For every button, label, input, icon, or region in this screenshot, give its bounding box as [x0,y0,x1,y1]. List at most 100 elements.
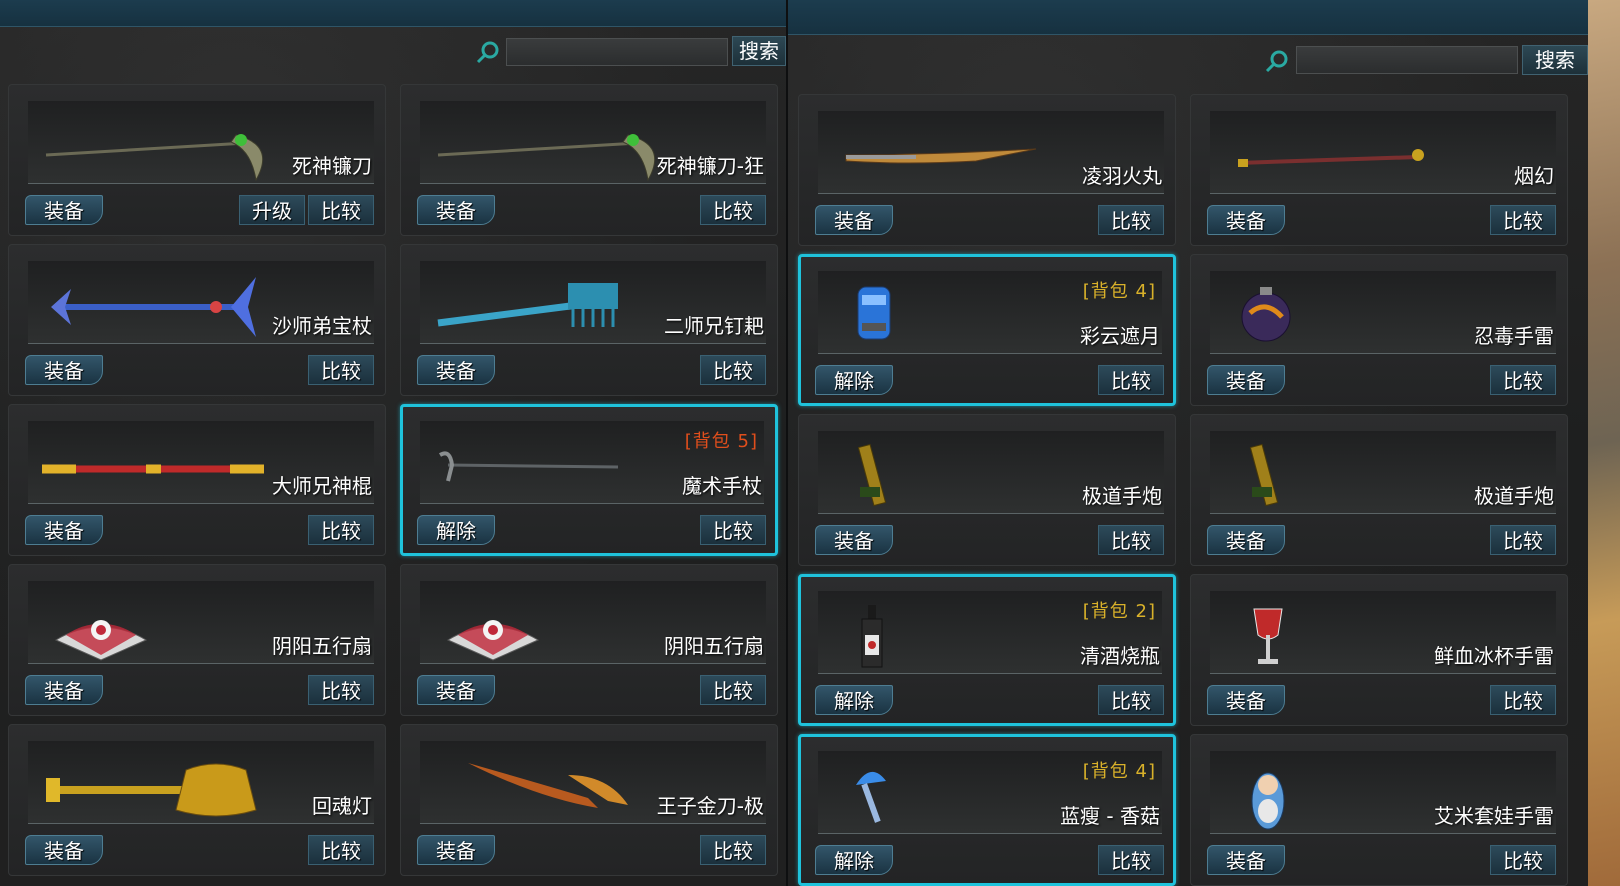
background-scene [1588,0,1620,886]
item-name: 极道手炮 [1474,484,1554,508]
compare-button[interactable]: 比较 [1490,205,1556,235]
compare-button[interactable]: 比较 [308,675,374,705]
compare-button[interactable]: 比较 [700,835,766,865]
fan-icon [54,620,148,661]
upgrade-button[interactable]: 升级 [239,195,305,225]
item-name: 极道手炮 [1082,484,1162,508]
item-card[interactable]: 死神镰刀 装备 升级 比较 [8,84,386,236]
compare-button[interactable]: 比较 [1098,205,1164,235]
equip-button[interactable]: 装备 [1207,525,1285,555]
compare-button[interactable]: 比较 [1490,845,1556,875]
item-name: 彩云遮月 [1080,324,1160,348]
compare-button[interactable]: 比较 [1490,365,1556,395]
item-slot: 忍毒手雷 [1210,271,1556,354]
mushroom-icon [856,771,886,823]
item-card[interactable]: 二师兄钉耙 装备 比较 [400,244,778,396]
equip-button[interactable]: 装备 [1207,845,1285,875]
item-card[interactable]: 极道手炮装备 比较 [1190,414,1568,566]
equip-button[interactable]: 装备 [25,355,103,385]
item-card[interactable]: 忍毒手雷装备 比较 [1190,254,1568,406]
search-input[interactable] [1296,46,1518,74]
item-card[interactable]: 沙师弟宝杖装备 比较 [8,244,386,396]
unequip-button[interactable]: 解除 [417,515,495,545]
search-input[interactable] [506,38,728,66]
item-name: 忍毒手雷 [1474,324,1554,348]
canister-icon [857,286,891,340]
item-card[interactable]: 回魂灯装备 比较 [8,724,386,876]
item-name: 沙师弟宝杖 [272,314,372,338]
equip-button[interactable]: 装备 [25,835,103,865]
bag-badge: [背包 4] [1082,761,1156,782]
unequip-button[interactable]: 解除 [815,845,893,875]
hand-cannon-icon [1249,443,1279,507]
item-card[interactable]: [背包 2] 清酒烧瓶解除 比较 [798,574,1176,726]
compare-button[interactable]: 比较 [1098,845,1164,875]
compare-button[interactable]: 比较 [308,355,374,385]
item-card[interactable]: 极道手炮装备 比较 [798,414,1176,566]
item-name: 清酒烧瓶 [1080,644,1160,668]
compare-button[interactable]: 比较 [700,675,766,705]
item-slot: 阴阳五行扇 [420,581,766,664]
item-card[interactable]: 烟幻装备 比较 [1190,94,1568,246]
equip-button[interactable]: 装备 [417,195,495,225]
compare-button[interactable]: 比较 [308,835,374,865]
hand-cannon-icon [857,443,887,507]
bag-badge: [背包 2] [1082,601,1156,622]
item-card[interactable]: 阴阳五行扇装备 比较 [8,564,386,716]
item-slot: [背包 4] 彩云遮月 [818,271,1162,354]
item-name: 回魂灯 [312,794,372,818]
left-panel-header [0,0,786,27]
equip-button[interactable]: 装备 [815,205,893,235]
compare-button[interactable]: 比较 [308,515,374,545]
right-inventory-panel: 搜索 凌羽火丸 装备 比较 烟幻 装备 比较 [背包 4] 彩云遮月 解除 比较 忍毒手雷 装备 比较极… [788,0,1588,886]
item-card[interactable]: 大师兄神棍装备 比较 [8,404,386,556]
item-name: 烟幻 [1514,164,1554,188]
item-card[interactable]: 王子金刀-极装备 比较 [400,724,778,876]
equip-button[interactable]: 装备 [417,835,495,865]
equip-button[interactable]: 装备 [25,675,103,705]
golden-blade-icon [468,763,628,808]
equip-button[interactable]: 装备 [1207,205,1285,235]
compare-button[interactable]: 比较 [1098,525,1164,555]
scythe-icon [437,134,656,181]
equip-button[interactable]: 装备 [25,195,103,225]
item-slot: 王子金刀-极 [420,741,766,824]
item-slot: 凌羽火丸 [818,111,1164,194]
equip-button[interactable]: 装备 [1207,685,1285,715]
search-button[interactable]: 搜索 [732,36,786,66]
item-slot: 回魂灯 [28,741,374,824]
compare-button[interactable]: 比较 [1490,685,1556,715]
item-slot: 阴阳五行扇 [28,581,374,664]
item-slot: 大师兄神棍 [28,421,374,504]
item-name: 魔术手杖 [682,474,762,498]
pipe-icon [1237,149,1424,167]
equip-button[interactable]: 装备 [417,675,495,705]
compare-button[interactable]: 比较 [1098,685,1164,715]
equip-button[interactable]: 装备 [25,515,103,545]
search-button[interactable]: 搜索 [1522,45,1588,75]
item-slot: [背包 4] 蓝瘦 - 香菇 [818,751,1162,834]
equip-button[interactable]: 装备 [417,355,495,385]
item-card[interactable]: [背包 4] 蓝瘦 - 香菇解除 比较 [798,734,1176,886]
unequip-button[interactable]: 解除 [815,365,893,395]
compare-button[interactable]: 比较 [1490,525,1556,555]
item-card[interactable]: 死神镰刀-狂 装备 比较 [400,84,778,236]
compare-button[interactable]: 比较 [700,195,766,225]
item-slot: 沙师弟宝杖 [28,261,374,344]
item-card[interactable]: 凌羽火丸装备 比较 [798,94,1176,246]
item-slot: [背包 2] 清酒烧瓶 [818,591,1162,674]
item-card[interactable]: [背包 4] 彩云遮月解除 比较 [798,254,1176,406]
item-card[interactable]: [背包 5] 魔术手杖 解除 比较 [400,404,778,556]
item-card[interactable]: 鲜血冰杯手雷 装备 比较 [1190,574,1568,726]
unequip-button[interactable]: 解除 [815,685,893,715]
compare-button[interactable]: 比较 [700,515,766,545]
equip-button[interactable]: 装备 [1207,365,1285,395]
item-card[interactable]: 艾米套娃手雷 装备 比较 [1190,734,1568,886]
left-inventory-panel: 搜索 死神镰刀 装备 升级 比较 死神镰刀-狂 装备 比较 沙师弟宝杖 装备 比较 二师兄钉耙 装备比… [0,0,786,886]
rake-icon [437,283,618,327]
compare-button[interactable]: 比较 [700,355,766,385]
compare-button[interactable]: 比较 [1098,365,1164,395]
item-card[interactable]: 阴阳五行扇装备 比较 [400,564,778,716]
compare-button[interactable]: 比较 [308,195,374,225]
equip-button[interactable]: 装备 [815,525,893,555]
